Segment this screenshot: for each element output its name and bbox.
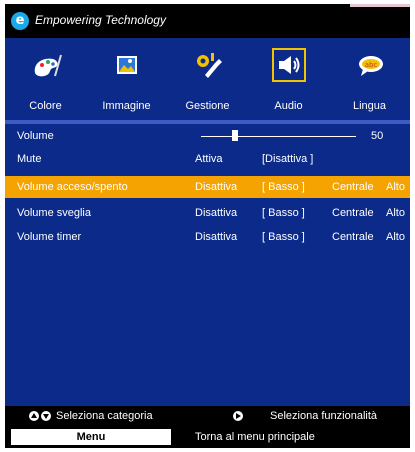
tab-colore[interactable]: Colore (5, 38, 86, 120)
row-label: Volume (17, 130, 54, 142)
option-disattiva[interactable]: Disattiva (195, 202, 237, 224)
option-basso[interactable]: [ Basso ] (262, 202, 305, 224)
tab-immagine[interactable]: Immagine (86, 38, 167, 120)
palette-icon (29, 51, 63, 81)
row-volume-acceso-spento[interactable]: Volume acceso/spento Disattiva [ Basso ]… (5, 176, 410, 198)
option-disattiva[interactable]: Disattiva (195, 226, 237, 248)
picture-icon (110, 51, 144, 81)
tab-label: Immagine (102, 100, 151, 112)
tab-audio[interactable]: Audio (248, 38, 329, 120)
row-volume[interactable]: Volume 50 (5, 125, 410, 147)
category-tabs: Colore Immagine Gestione Audio abc Lingu… (5, 38, 410, 120)
row-label: Volume acceso/spento (17, 181, 128, 193)
header-accent (350, 4, 410, 7)
footer-hints: Seleziona categoria Seleziona funzionali… (5, 406, 410, 426)
option-alto[interactable]: Alto (386, 176, 405, 198)
speaker-icon (271, 48, 306, 82)
row-volume-timer[interactable]: Volume timer Disattiva [ Basso ] Central… (5, 226, 410, 248)
brand-logo-icon: e (11, 12, 29, 30)
volume-slider-knob[interactable] (232, 130, 238, 141)
svg-text:abc: abc (364, 61, 377, 69)
tab-gestione[interactable]: Gestione (167, 38, 248, 120)
hint-select-category: Seleziona categoria (56, 410, 153, 422)
hint-back-to-main: Torna al menu principale (195, 431, 315, 443)
option-basso[interactable]: [ Basso ] (262, 226, 305, 248)
right-arrow-icon (232, 406, 244, 426)
option-disattiva[interactable]: [Disattiva ] (262, 148, 313, 170)
header-bar: e Empowering Technology (5, 4, 410, 38)
option-centrale[interactable]: Centrale (332, 202, 374, 224)
menu-button[interactable]: Menu (11, 429, 171, 445)
tab-label: Audio (274, 100, 303, 112)
row-label: Volume sveglia (17, 207, 91, 219)
tools-icon (191, 51, 225, 81)
option-centrale[interactable]: Centrale (332, 176, 374, 198)
tab-lingua[interactable]: abc Lingua (329, 38, 410, 120)
tab-label: Colore (29, 100, 62, 112)
row-volume-sveglia[interactable]: Volume sveglia Disattiva [ Basso ] Centr… (5, 202, 410, 224)
volume-value: 50 (371, 130, 384, 142)
option-disattiva[interactable]: Disattiva (195, 176, 237, 198)
row-label: Mute (17, 153, 42, 165)
tab-label: Lingua (352, 100, 387, 112)
option-alto[interactable]: Alto (386, 202, 405, 224)
option-alto[interactable]: Alto (386, 226, 405, 248)
row-label: Volume timer (17, 231, 82, 243)
hint-select-function: Seleziona funzionalità (270, 410, 378, 422)
tab-label: Gestione (185, 100, 230, 112)
brand-tagline: Empowering Technology (35, 13, 166, 27)
row-mute[interactable]: Mute Attiva [Disattiva ] (5, 148, 410, 170)
updown-arrows-icon (29, 406, 53, 426)
volume-slider-track[interactable] (201, 136, 356, 137)
tabs-divider (5, 120, 410, 124)
option-centrale[interactable]: Centrale (332, 226, 374, 248)
language-bubble-icon: abc (353, 51, 387, 81)
osd-menu: e Empowering Technology Colore Immagine … (5, 4, 410, 448)
option-basso[interactable]: [ Basso ] (262, 176, 305, 198)
option-attiva[interactable]: Attiva (195, 148, 223, 170)
footer-menu-bar: Menu Torna al menu principale (5, 426, 410, 448)
